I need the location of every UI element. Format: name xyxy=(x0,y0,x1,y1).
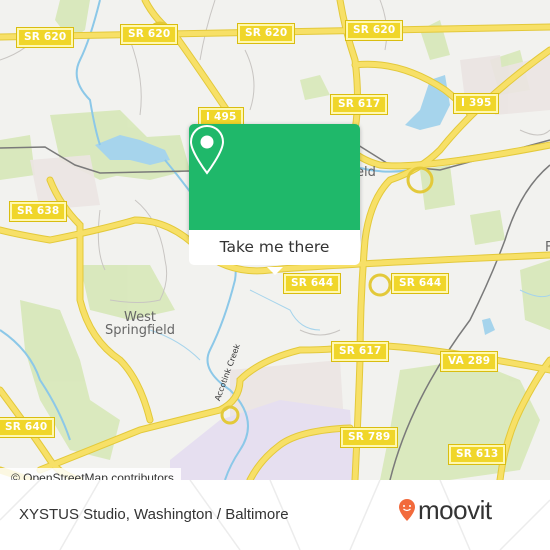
map-canvas[interactable]: SR 620 SR 620 SR 620 SR 620 I 495 SR 617… xyxy=(0,0,550,480)
road-shield: SR 620 xyxy=(236,23,296,44)
place-label-west-springfield: West Springfield xyxy=(105,310,176,338)
moovit-pin-icon xyxy=(399,499,415,521)
road-shield: I 395 xyxy=(452,93,500,114)
road-shield: SR 620 xyxy=(344,20,404,41)
place-label-partial: F xyxy=(545,240,550,255)
location-title: XYSTUS Studio, Washington / Baltimore xyxy=(19,506,289,523)
road-shield: SR 620 xyxy=(15,27,75,48)
road-shield: VA 289 xyxy=(439,351,499,372)
road-shield: SR 644 xyxy=(390,273,450,294)
take-me-there-button[interactable]: Take me there xyxy=(189,230,360,265)
road-shield: SR 638 xyxy=(8,201,68,222)
map-attribution[interactable]: © OpenStreetMap contributors xyxy=(0,468,181,480)
popup-pointer xyxy=(267,267,283,275)
road-shield: SR 620 xyxy=(119,24,179,45)
road-shield: SR 617 xyxy=(329,94,389,115)
moovit-wordmark: moovit xyxy=(418,495,492,525)
map-pin-icon xyxy=(189,124,225,175)
road-shield: SR 613 xyxy=(447,444,507,465)
road-shield: SR 640 xyxy=(0,417,56,438)
road-shield: SR 644 xyxy=(282,273,342,294)
moovit-logo[interactable]: moovit xyxy=(398,495,492,525)
footer-bar: XYSTUS Studio, Washington / Baltimore mo… xyxy=(0,480,550,550)
road-shield: SR 789 xyxy=(339,427,399,448)
popup-header xyxy=(189,124,360,230)
location-popup: Take me there xyxy=(189,124,360,275)
road-shield: SR 617 xyxy=(330,341,390,362)
